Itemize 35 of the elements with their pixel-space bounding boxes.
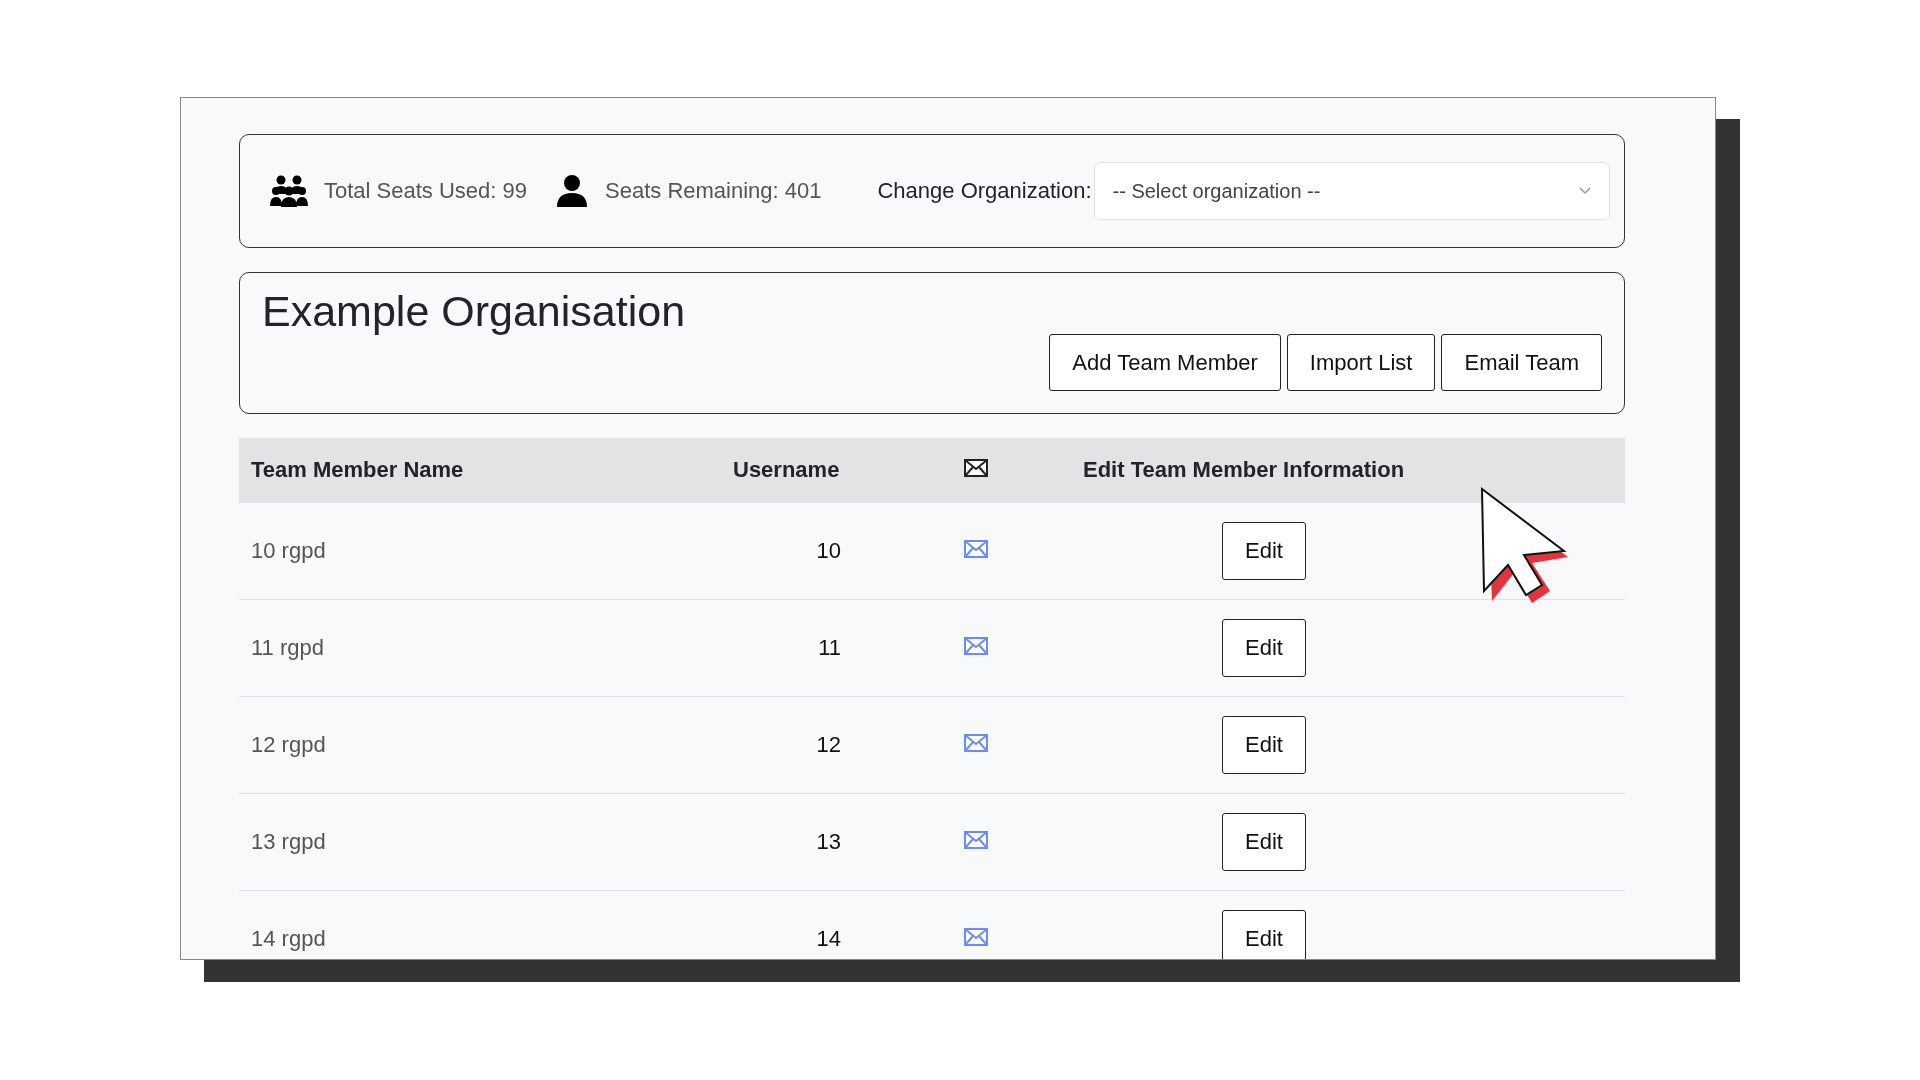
edit-button[interactable]: Edit <box>1222 522 1306 580</box>
username: 14 <box>816 926 841 951</box>
edit-button[interactable]: Edit <box>1222 813 1306 871</box>
member-name: 12 rgpd <box>251 732 326 757</box>
mail-icon[interactable] <box>964 540 988 558</box>
edit-button[interactable]: Edit <box>1222 619 1306 677</box>
chevron-down-icon <box>1579 187 1591 195</box>
mail-icon[interactable] <box>964 637 988 655</box>
member-name: 10 rgpd <box>251 538 326 563</box>
column-header: Username <box>733 457 840 482</box>
column-header: Team Member Name <box>251 457 464 482</box>
mail-icon[interactable] <box>964 831 988 849</box>
group-icon <box>270 174 308 208</box>
username: 11 <box>818 635 841 660</box>
edit-button[interactable]: Edit <box>1222 910 1306 959</box>
change-organization-label: Change Organization: <box>877 178 1092 204</box>
username: 12 <box>816 732 841 757</box>
toolbar-button[interactable]: Email Team <box>1441 334 1602 391</box>
member-name: 11 rgpd <box>251 635 324 660</box>
member-name: 14 rgpd <box>251 926 326 951</box>
edit-button[interactable]: Edit <box>1222 716 1306 774</box>
mail-icon[interactable] <box>964 734 988 752</box>
person-icon <box>557 175 587 207</box>
toolbar-button[interactable]: Import List <box>1286 334 1436 391</box>
member-name: 13 rgpd <box>251 829 326 854</box>
seats-remaining-text: Seats Remaining: 401 <box>605 178 822 204</box>
toolbar-button[interactable]: Add Team Member <box>1049 334 1281 391</box>
seats-used-text: Total Seats Used: 99 <box>324 178 527 204</box>
mail-icon[interactable] <box>964 928 988 946</box>
column-header: Edit Team Member Information <box>1083 457 1405 482</box>
organization-title: Example Organisation <box>262 287 687 336</box>
username: 13 <box>816 829 841 854</box>
username: 10 <box>816 538 841 563</box>
mail-column-icon <box>964 459 988 477</box>
organization-select[interactable]: -- Select organization -- <box>1093 162 1610 220</box>
